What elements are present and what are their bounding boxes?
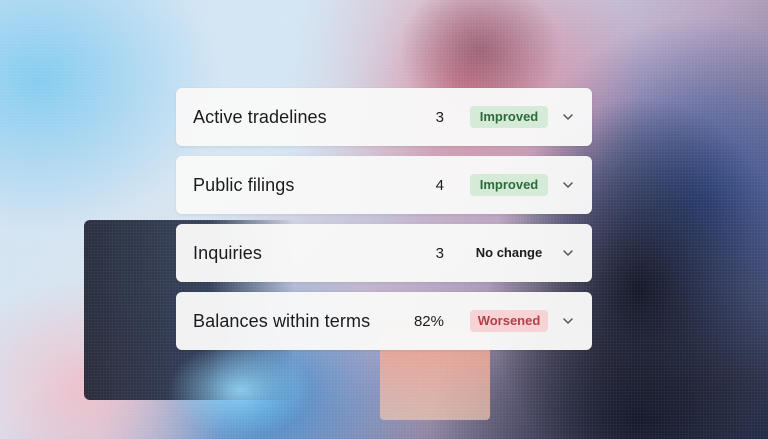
status-badge: Worsened (470, 310, 548, 332)
factor-label: Active tradelines (193, 106, 327, 127)
status-badge: Improved (470, 106, 548, 128)
factor-value: 3 (435, 108, 444, 126)
factor-label: Public filings (193, 174, 295, 195)
chevron-down-icon[interactable] (562, 315, 574, 327)
status-badge: No change (475, 245, 543, 260)
factor-value: 4 (435, 176, 444, 194)
factor-value: 82% (413, 312, 444, 330)
status-badge: Improved (470, 174, 548, 196)
factor-label: Balances within terms (193, 310, 371, 331)
factor-label: Inquiries (193, 242, 262, 263)
chevron-down-icon[interactable] (562, 247, 574, 259)
credit-factors-list: Active tradelines 3 Improved Public fili… (176, 88, 592, 350)
factor-value: 3 (435, 244, 444, 262)
factor-row-inquiries[interactable]: Inquiries 3 No change (176, 224, 592, 282)
factor-row-public-filings[interactable]: Public filings 4 Improved (176, 156, 592, 214)
factor-row-active-tradelines[interactable]: Active tradelines 3 Improved (176, 88, 592, 146)
chevron-down-icon[interactable] (562, 111, 574, 123)
factor-row-balances-within-terms[interactable]: Balances within terms 82% Worsened (176, 292, 592, 350)
chevron-down-icon[interactable] (562, 179, 574, 191)
